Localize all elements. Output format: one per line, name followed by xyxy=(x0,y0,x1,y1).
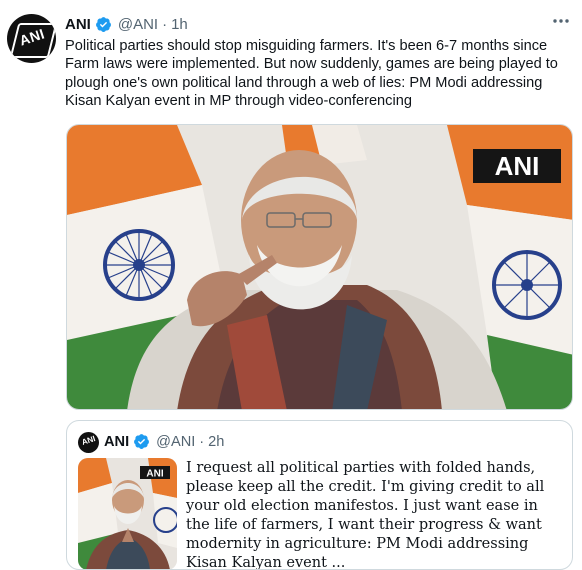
quoted-author-handle: @ANI xyxy=(156,433,196,450)
verified-badge-icon xyxy=(95,16,111,32)
quoted-tweet-text: I request all political parties with fol… xyxy=(186,460,545,570)
separator-dot: · xyxy=(162,15,168,33)
quoted-avatar-text: ANI xyxy=(80,434,97,447)
tweet-media-image[interactable]: ANI xyxy=(66,124,573,410)
media-watermark: ANI xyxy=(495,151,540,181)
quoted-media-illustration: ANI xyxy=(78,458,177,569)
author-name[interactable]: ANI xyxy=(65,16,91,33)
quoted-timestamp: 2h xyxy=(208,433,225,450)
tweet-timestamp[interactable]: 1h xyxy=(171,16,188,33)
tweet-text: Political parties should stop misguiding… xyxy=(65,38,558,109)
verified-badge-icon xyxy=(134,434,150,449)
separator-dot: · xyxy=(199,433,205,450)
quoted-tweet-header: ANI @ANI · 2h xyxy=(104,433,224,450)
quoted-author-name: ANI xyxy=(104,433,130,450)
avatar[interactable]: ANI xyxy=(7,14,56,63)
more-options-icon[interactable] xyxy=(550,10,572,32)
author-handle[interactable]: @ANI xyxy=(118,16,158,33)
quoted-media-thumbnail: ANI xyxy=(78,458,177,569)
quoted-avatar: ANI xyxy=(78,432,99,453)
media-illustration: ANI xyxy=(67,125,572,409)
tweet-header: ANI @ANI · 1h xyxy=(65,14,188,34)
quoted-tweet[interactable]: ANI ANI @ANI · 2h ANI I request all poli… xyxy=(66,420,573,570)
quoted-media-watermark: ANI xyxy=(146,469,163,480)
